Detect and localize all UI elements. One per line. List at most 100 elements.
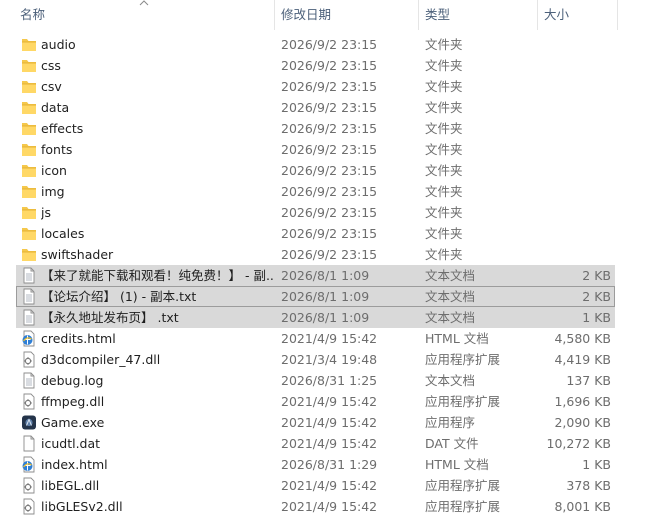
file-size <box>535 34 611 55</box>
folder-icon <box>20 78 38 95</box>
file-name: 【论坛介绍】 (1) - 副本.txt <box>41 289 197 304</box>
file-size: 8,001 KB <box>554 499 611 514</box>
file-row-selected[interactable]: 【永久地址发布页】 .txt 2026/8/1 1:09 文本文档 1 KB <box>16 307 615 328</box>
file-type: 文本文档 <box>425 289 476 304</box>
file-row[interactable]: js 2026/9/2 23:15 文件夹 <box>16 202 615 223</box>
file-date: 2026/9/2 23:15 <box>281 79 378 94</box>
file-size: 2,090 KB <box>554 415 611 430</box>
folder-icon <box>20 225 38 242</box>
file-row[interactable]: data 2026/9/2 23:15 文件夹 <box>16 97 615 118</box>
file-row[interactable]: icudtl.dat 2021/4/9 15:42 DAT 文件 10,272 KB <box>16 433 615 454</box>
file-size: 2 KB <box>582 268 611 283</box>
file-type: 文件夹 <box>425 247 463 262</box>
column-header-type[interactable]: 类型 <box>425 0 535 30</box>
file-row[interactable]: audio 2026/9/2 23:15 文件夹 <box>16 34 615 55</box>
column-header-name[interactable]: 名称 <box>20 0 270 30</box>
file-type: HTML 文档 <box>425 457 489 472</box>
file-type: 文件夹 <box>425 37 463 52</box>
file-row[interactable]: debug.log 2026/8/31 1:25 文本文档 137 KB <box>16 370 615 391</box>
file-date: 2021/3/4 19:48 <box>281 352 378 367</box>
file-date: 2021/4/9 15:42 <box>281 436 378 451</box>
file-type: 文件夹 <box>425 184 463 199</box>
folder-icon <box>20 99 38 116</box>
folder-icon <box>20 57 38 74</box>
file-date: 2026/9/2 23:15 <box>281 205 378 220</box>
file-row[interactable]: csv 2026/9/2 23:15 文件夹 <box>16 76 615 97</box>
dll-file-icon <box>20 477 38 494</box>
html-file-icon <box>20 330 38 347</box>
file-type: DAT 文件 <box>425 436 479 451</box>
file-date: 2021/4/9 15:42 <box>281 331 378 346</box>
file-size <box>535 223 611 244</box>
dll-file-icon <box>20 498 38 515</box>
file-name: libGLESv2.dll <box>41 499 123 514</box>
file-date: 2026/9/2 23:15 <box>281 100 378 115</box>
file-type: 文件夹 <box>425 79 463 94</box>
file-size: 1,696 KB <box>554 394 611 409</box>
file-name: icudtl.dat <box>41 436 101 451</box>
file-type: 文件夹 <box>425 226 463 241</box>
file-row-selected[interactable]: 【来了就能下载和观看！纯免费！】 - 副... 2026/8/1 1:09 文本文档… <box>16 265 615 286</box>
file-name: icon <box>41 163 67 178</box>
file-row[interactable]: libGLESv2.dll 2021/4/9 15:42 应用程序扩展 8,001 K… <box>16 496 615 517</box>
folder-icon <box>20 246 38 263</box>
file-row[interactable]: ffmpeg.dll 2021/4/9 15:42 应用程序扩展 1,696 KB <box>16 391 615 412</box>
column-header-bar: 名称 修改日期 类型 大小 <box>0 0 670 30</box>
file-row-selected[interactable]: 【论坛介绍】 (1) - 副本.txt 2026/8/1 1:09 文本文档 2 KB <box>16 286 615 307</box>
file-name: audio <box>41 37 76 52</box>
text-file-icon <box>20 372 38 389</box>
file-type: 文本文档 <box>425 373 476 388</box>
file-date: 2026/9/2 23:15 <box>281 163 378 178</box>
file-name: csv <box>41 79 62 94</box>
file-type: 文本文档 <box>425 268 476 283</box>
file-size <box>535 181 611 202</box>
file-row[interactable]: locales 2026/9/2 23:15 文件夹 <box>16 223 615 244</box>
file-name: ffmpeg.dll <box>41 394 105 409</box>
file-type: 应用程序扩展 <box>425 352 501 367</box>
file-row[interactable]: index.html 2026/8/31 1:29 HTML 文档 1 KB <box>16 454 615 475</box>
file-row[interactable]: libEGL.dll 2021/4/9 15:42 应用程序扩展 378 KB <box>16 475 615 496</box>
file-date: 2026/8/1 1:09 <box>281 310 370 325</box>
file-date: 2026/9/2 23:15 <box>281 58 378 73</box>
column-divider[interactable] <box>418 0 419 30</box>
file-row[interactable]: effects 2026/9/2 23:15 文件夹 <box>16 118 615 139</box>
file-type: 文件夹 <box>425 142 463 157</box>
folder-icon <box>20 120 38 137</box>
file-size: 10,272 KB <box>546 436 611 451</box>
file-row[interactable]: img 2026/9/2 23:15 文件夹 <box>16 181 615 202</box>
text-file-icon <box>20 288 38 305</box>
file-date: 2026/9/2 23:15 <box>281 226 378 241</box>
file-row[interactable]: css 2026/9/2 23:15 文件夹 <box>16 55 615 76</box>
file-row[interactable]: icon 2026/9/2 23:15 文件夹 <box>16 160 615 181</box>
file-row[interactable]: credits.html 2021/4/9 15:42 HTML 文档 4,580 K… <box>16 328 615 349</box>
file-size: 2 KB <box>582 289 611 304</box>
column-divider[interactable] <box>274 0 275 30</box>
column-header-date[interactable]: 修改日期 <box>281 0 415 30</box>
column-divider[interactable] <box>617 0 618 30</box>
file-size: 4,580 KB <box>554 331 611 346</box>
column-divider[interactable] <box>537 0 538 30</box>
file-row[interactable]: Game.exe 2021/4/9 15:42 应用程序 2,090 KB <box>16 412 615 433</box>
file-date: 2021/4/9 15:42 <box>281 478 378 493</box>
file-type: HTML 文档 <box>425 331 489 346</box>
text-file-icon <box>20 267 38 284</box>
file-row[interactable]: swiftshader 2026/9/2 23:15 文件夹 <box>16 244 615 265</box>
file-size <box>535 244 611 265</box>
folder-icon <box>20 204 38 221</box>
html-file-icon <box>20 456 38 473</box>
file-date: 2026/8/31 1:25 <box>281 373 378 388</box>
file-date: 2026/8/1 1:09 <box>281 289 370 304</box>
dll-file-icon <box>20 351 38 368</box>
column-header-size[interactable]: 大小 <box>544 0 614 30</box>
blank-file-icon <box>20 435 38 452</box>
file-date: 2026/9/2 23:15 <box>281 121 378 136</box>
text-file-icon <box>20 309 38 326</box>
folder-icon <box>20 162 38 179</box>
file-date: 2021/4/9 15:42 <box>281 415 378 430</box>
file-name: swiftshader <box>41 247 114 262</box>
file-name: debug.log <box>41 373 104 388</box>
file-row[interactable]: d3dcompiler_47.dll 2021/3/4 19:48 应用程序扩展 4,… <box>16 349 615 370</box>
file-row[interactable]: fonts 2026/9/2 23:15 文件夹 <box>16 139 615 160</box>
folder-icon <box>20 141 38 158</box>
file-size: 1 KB <box>582 457 611 472</box>
